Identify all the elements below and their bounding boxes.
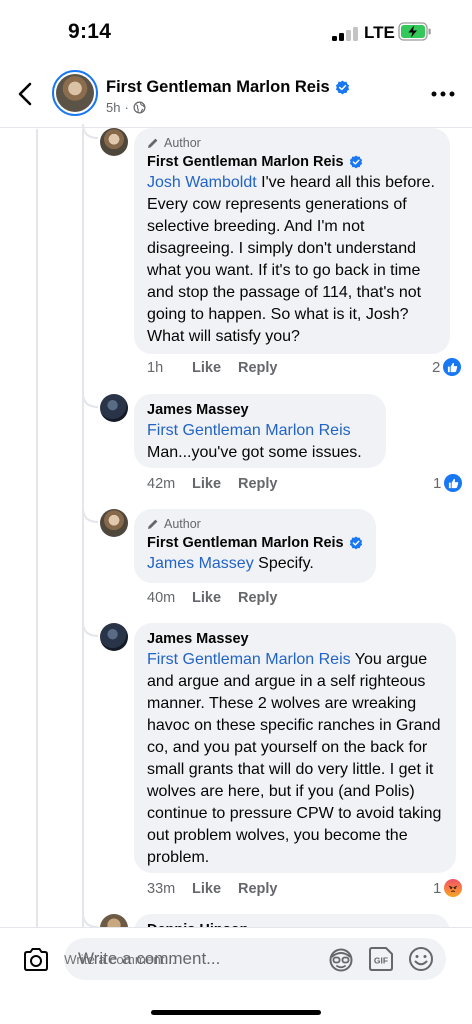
verified-badge-icon	[349, 155, 362, 169]
pencil-icon	[148, 138, 158, 148]
comment-author-name: First Gentleman Marlon Reis	[147, 535, 344, 551]
emoji-icon[interactable]	[407, 945, 435, 973]
author-label: Author	[164, 136, 201, 150]
battery-charging-icon	[398, 22, 431, 41]
comment-time: 1h	[147, 360, 164, 376]
avatar[interactable]	[100, 394, 128, 422]
comment-actions: 1h Like Reply	[147, 360, 278, 376]
post-header: First Gentleman Marlon Reis 5h ·	[0, 62, 472, 128]
reaction-summary[interactable]: 2	[432, 358, 462, 376]
comment-author-name: First Gentleman Marlon Reis	[147, 154, 344, 170]
reply-button[interactable]: Reply	[238, 881, 278, 897]
comment-input-placeholder: Write a comment...	[78, 949, 221, 968]
author-label: Author	[164, 517, 201, 531]
like-button[interactable]: Like	[192, 881, 221, 897]
avatar[interactable]	[100, 128, 128, 156]
avatar[interactable]	[100, 509, 128, 537]
comment-bubble[interactable]: Author First Gentleman Marlon Reis James…	[134, 509, 376, 583]
comment-author-name: James Massey	[147, 402, 249, 418]
comment-bubble[interactable]: James Massey First Gentleman Marlon Reis…	[134, 394, 386, 468]
comment-bubble[interactable]: Author First Gentleman Marlon Reis Josh …	[134, 128, 450, 354]
avatar-sticker-icon[interactable]	[327, 945, 355, 973]
like-reaction-icon	[444, 474, 463, 492]
mention-link[interactable]: First Gentleman Marlon Reis	[147, 422, 351, 439]
more-icon[interactable]	[430, 84, 456, 104]
gif-icon[interactable]: GIF	[367, 945, 395, 973]
comment-text: James Massey Specify.	[147, 553, 363, 575]
avatar[interactable]	[100, 623, 128, 651]
angry-reaction-icon	[444, 879, 463, 897]
comment-body: You argue and argue and argue in a self …	[147, 651, 442, 866]
comment-text: First Gentleman Marlon Reis You argue an…	[147, 649, 443, 869]
comment-composer: Write a comment... GIF	[0, 927, 472, 1024]
cellular-signal-icon	[332, 27, 358, 41]
like-button[interactable]: Like	[192, 360, 221, 376]
reaction-summary[interactable]: 1	[433, 879, 463, 897]
comment-time: 40m	[147, 590, 176, 606]
comment-body: I've heard all this before. Every cow re…	[147, 174, 435, 345]
verified-badge-icon	[349, 536, 362, 550]
author-badge: Author	[147, 517, 363, 531]
reaction-summary[interactable]: 1	[433, 474, 463, 492]
home-indicator	[151, 1010, 321, 1015]
comment-author-name: James Massey	[147, 631, 249, 647]
camera-icon[interactable]	[22, 947, 50, 973]
author-badge: Author	[147, 136, 437, 150]
globe-icon	[133, 101, 146, 114]
mention-link[interactable]: First Gentleman Marlon Reis	[147, 651, 351, 668]
reply-button[interactable]: Reply	[238, 360, 278, 376]
status-bar: 9:14 LTE	[0, 0, 472, 62]
reaction-count: 1	[433, 474, 442, 492]
post-meta: 5h ·	[106, 100, 146, 115]
comment-actions: 42m Like Reply	[147, 476, 278, 492]
comment-actions: 40m Like Reply	[147, 590, 278, 606]
comment-author[interactable]: James Massey	[147, 631, 443, 647]
comment-actions: 33m Like Reply	[147, 881, 278, 897]
page-title[interactable]: First Gentleman Marlon Reis	[106, 78, 350, 97]
verified-badge-icon	[335, 80, 349, 95]
header-name-label: First Gentleman Marlon Reis	[106, 78, 330, 96]
reaction-count: 1	[433, 879, 442, 897]
svg-text:GIF: GIF	[374, 956, 388, 966]
comment-text: First Gentleman Marlon Reis Man...you've …	[147, 420, 373, 464]
time-ago: 5h	[106, 100, 121, 115]
like-button[interactable]: Like	[192, 476, 221, 492]
comment-author[interactable]: First Gentleman Marlon Reis	[147, 535, 363, 551]
mention-link[interactable]: James Massey	[147, 555, 254, 572]
comment-bubble[interactable]: James Massey First Gentleman Marlon Reis…	[134, 623, 456, 873]
comment-body: Man...you've got some issues.	[147, 444, 362, 461]
comment-author[interactable]: First Gentleman Marlon Reis	[147, 154, 437, 170]
like-reaction-icon	[443, 358, 462, 376]
reaction-count: 2	[432, 358, 441, 376]
comment-text: Josh Wamboldt I've heard all this before…	[147, 172, 437, 348]
pencil-icon	[148, 519, 158, 529]
mention-link[interactable]: Josh Wamboldt	[147, 174, 257, 191]
comment-body: Specify.	[253, 555, 314, 572]
reply-button[interactable]: Reply	[238, 590, 278, 606]
like-button[interactable]: Like	[192, 590, 221, 606]
thread-line-main	[36, 129, 38, 927]
comment-author[interactable]: James Massey	[147, 402, 373, 418]
reply-button[interactable]: Reply	[238, 476, 278, 492]
network-type: LTE	[364, 23, 395, 42]
back-arrow-icon[interactable]	[12, 78, 42, 110]
comment-time: 42m	[147, 476, 176, 492]
comment-time: 33m	[147, 881, 176, 897]
meta-separator: ·	[124, 100, 129, 115]
